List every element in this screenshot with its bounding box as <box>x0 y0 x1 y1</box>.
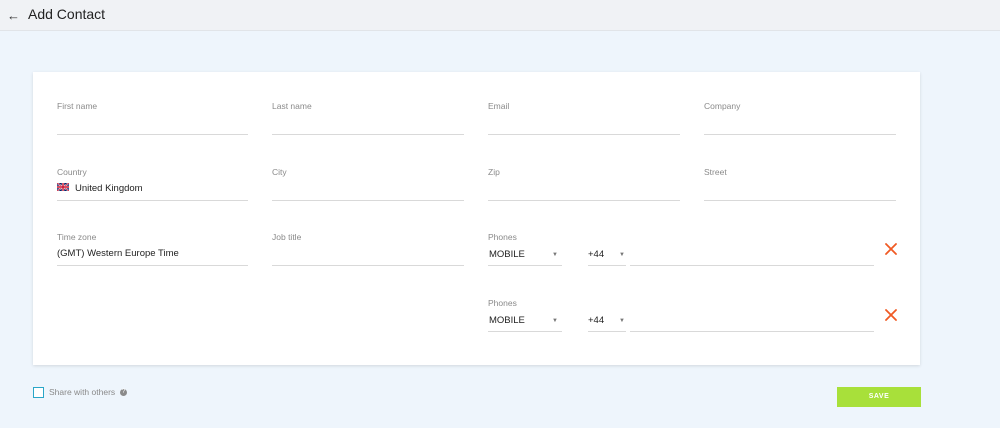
timezone-underline <box>57 265 248 266</box>
city-label: City <box>272 167 287 177</box>
job-title-underline <box>272 265 464 266</box>
phone-type-value: MOBILE <box>489 249 525 260</box>
remove-phone-icon[interactable] <box>884 308 898 322</box>
company-label: Company <box>704 101 741 111</box>
country-label: Country <box>57 167 87 177</box>
phones-label: Phones <box>488 232 517 242</box>
phone-type-underline <box>488 265 562 266</box>
first-name-field[interactable]: First name <box>57 101 248 135</box>
phone-number-underline <box>630 265 874 266</box>
timezone-label: Time zone <box>57 232 97 242</box>
phone-number-underline <box>630 331 874 332</box>
email-field[interactable]: Email <box>488 101 680 135</box>
back-arrow-icon[interactable]: ← <box>7 8 20 23</box>
country-value[interactable]: United Kingdom <box>75 183 143 194</box>
chevron-down-icon: ▼ <box>552 252 558 258</box>
timezone-value[interactable]: (GMT) Western Europe Time <box>57 248 179 259</box>
city-field[interactable]: City <box>272 167 464 201</box>
zip-label: Zip <box>488 167 500 177</box>
header-bar: ← Add Contact <box>0 0 1000 31</box>
phone-code-underline <box>588 265 626 266</box>
last-name-field[interactable]: Last name <box>272 101 464 135</box>
remove-phone-icon[interactable] <box>884 242 898 256</box>
street-underline <box>704 200 896 201</box>
phone-code-underline <box>588 331 626 332</box>
phone-type-value: MOBILE <box>489 315 525 326</box>
phone-code-select[interactable]: +44 ▼ <box>588 249 625 260</box>
phone-row: Phones MOBILE ▼ +44 ▼ <box>488 232 888 266</box>
city-underline <box>272 200 464 201</box>
share-checkbox[interactable] <box>33 387 44 398</box>
job-title-field[interactable]: Job title <box>272 232 464 266</box>
phone-row: Phones MOBILE ▼ +44 ▼ <box>488 298 888 332</box>
phone-type-select[interactable]: MOBILE ▼ <box>489 315 562 326</box>
contact-form-card: First name Last name Email Company Count… <box>33 72 920 365</box>
zip-underline <box>488 200 680 201</box>
company-underline <box>704 134 896 135</box>
last-name-underline <box>272 134 464 135</box>
phones-label: Phones <box>488 298 517 308</box>
job-title-label: Job title <box>272 232 302 242</box>
country-field[interactable]: Country United Kingdom <box>57 167 248 201</box>
phone-code-select[interactable]: +44 ▼ <box>588 315 625 326</box>
phone-type-underline <box>488 331 562 332</box>
share-label: Share with others <box>49 387 116 397</box>
zip-field[interactable]: Zip <box>488 167 680 201</box>
chevron-down-icon: ▼ <box>619 318 625 324</box>
country-underline <box>57 200 248 201</box>
chevron-down-icon: ▼ <box>619 252 625 258</box>
phone-type-select[interactable]: MOBILE ▼ <box>489 249 562 260</box>
email-label: Email <box>488 101 510 111</box>
first-name-label: First name <box>57 101 98 111</box>
first-name-underline <box>57 134 248 135</box>
street-field[interactable]: Street <box>704 167 896 201</box>
phone-code-value: +44 <box>588 315 605 326</box>
email-underline <box>488 134 680 135</box>
street-label: Street <box>704 167 727 177</box>
question-circle-icon[interactable]: ? <box>120 389 127 396</box>
save-button[interactable]: SAVE <box>837 387 921 407</box>
uk-flag-icon <box>57 183 69 192</box>
page-title: Add Contact <box>28 6 106 22</box>
country-value-wrap: United Kingdom <box>57 183 143 194</box>
company-field[interactable]: Company <box>704 101 896 135</box>
chevron-down-icon: ▼ <box>552 318 558 324</box>
last-name-label: Last name <box>272 101 312 111</box>
timezone-field[interactable]: Time zone (GMT) Western Europe Time <box>57 232 248 266</box>
phone-code-value: +44 <box>588 249 605 260</box>
